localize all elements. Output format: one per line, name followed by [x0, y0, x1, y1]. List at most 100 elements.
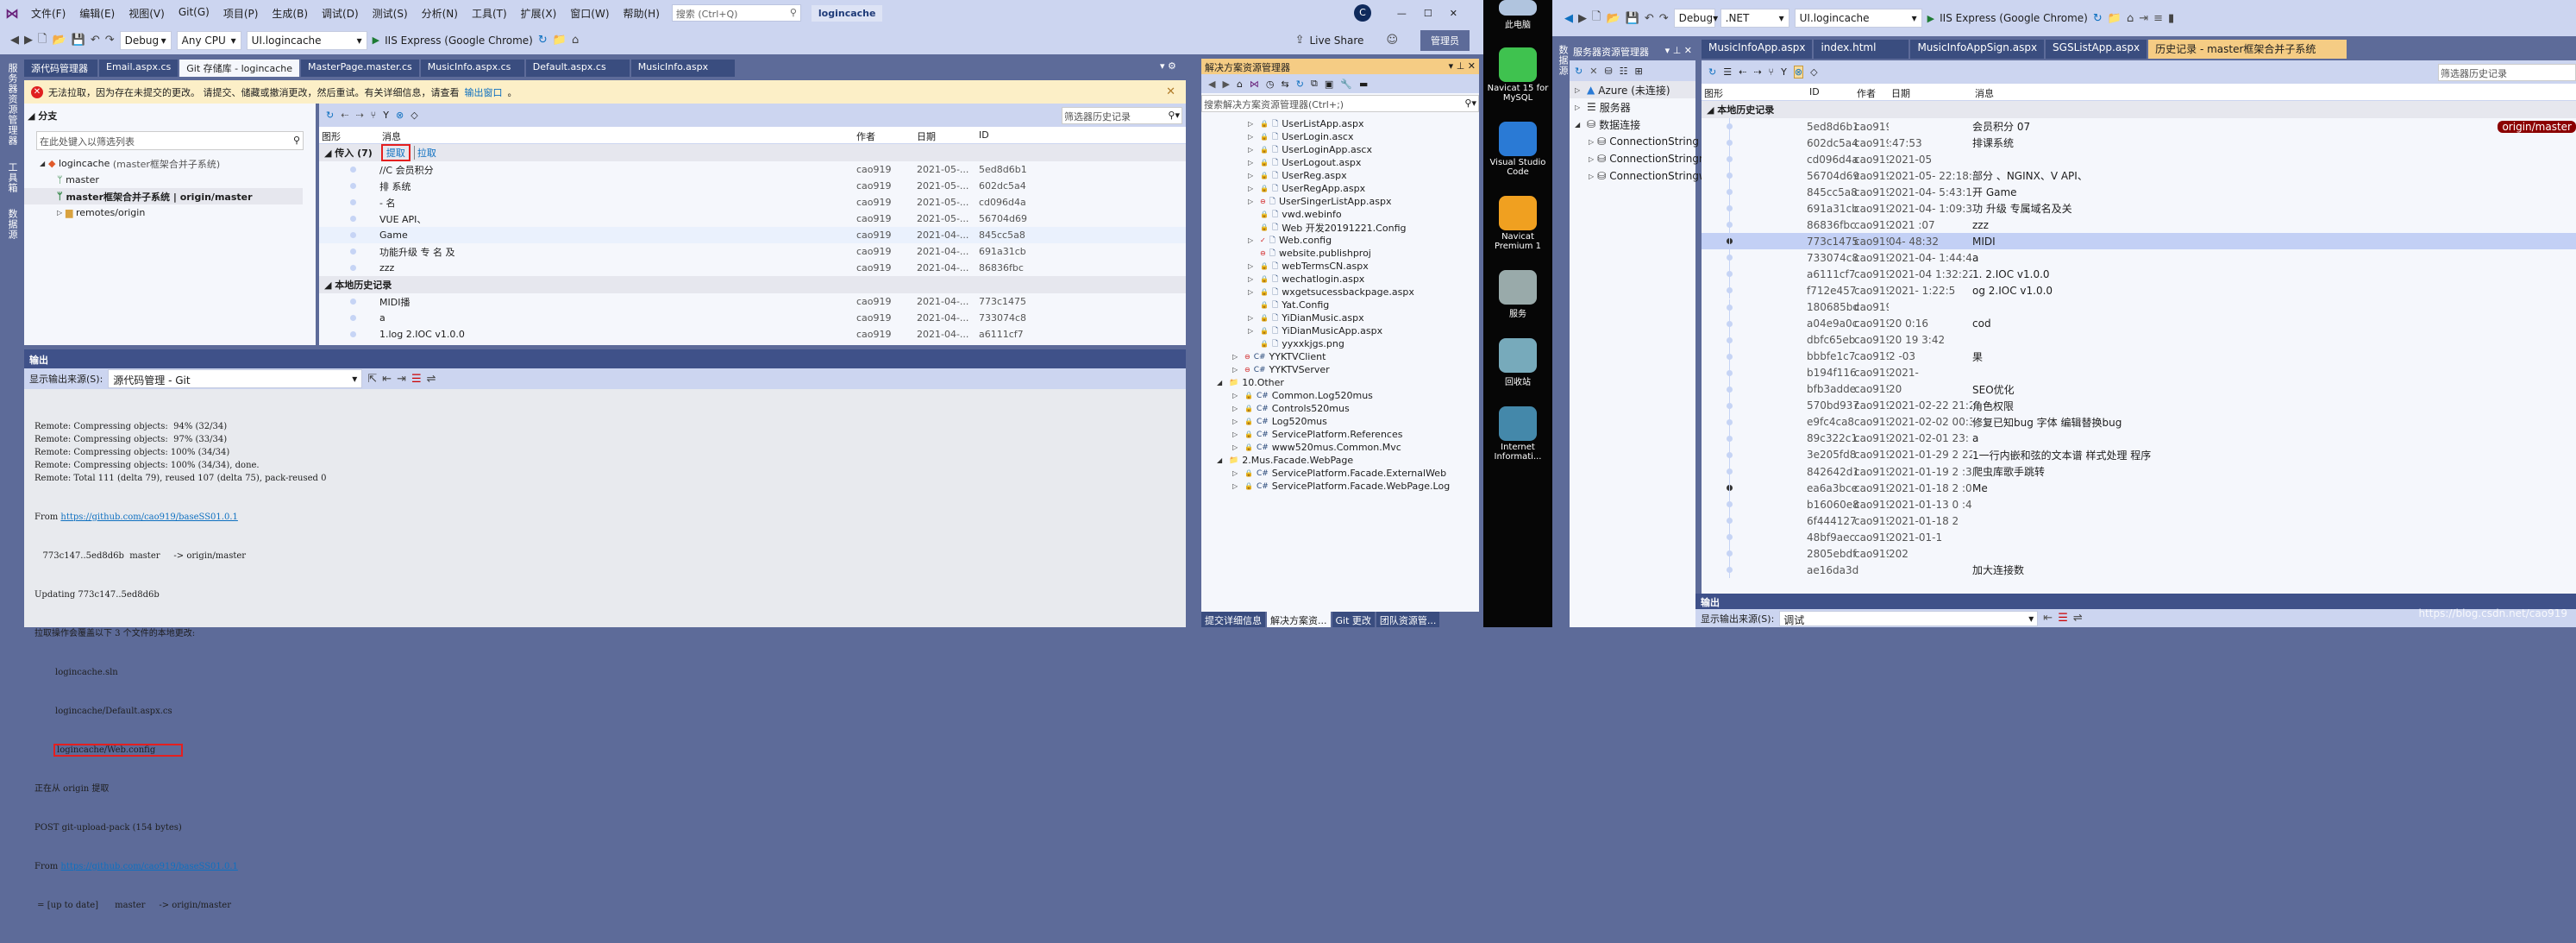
- solution-item[interactable]: ▷ ⊖ 🗋 UserSingerListApp.aspx: [1201, 195, 1479, 208]
- run-button[interactable]: IIS Express (Google Chrome): [1940, 12, 2088, 24]
- expand-icon[interactable]: ▷: [1232, 482, 1241, 490]
- history-filter-input[interactable]: 筛选器历史记录 ⚲▾: [1062, 106, 1182, 124]
- server-item[interactable]: ▷ ⛁ ConnectionStringread: [1570, 150, 1722, 167]
- sharepoint-icon[interactable]: ⊞: [1635, 66, 1643, 77]
- sync-icon[interactable]: ⇆: [1282, 79, 1289, 90]
- expand-icon[interactable]: ◢: [1575, 121, 1583, 129]
- config-select[interactable]: Debug ▾: [1673, 9, 1718, 28]
- expand-icon[interactable]: ▷: [1248, 172, 1257, 179]
- startup-project-select[interactable]: UI.logincache ▾: [246, 30, 367, 50]
- open-icon[interactable]: 📂: [52, 34, 66, 47]
- solution-item[interactable]: ▷ 🔒 🗋 UserLogout.aspx: [1201, 156, 1479, 169]
- list-icon[interactable]: ☰: [1723, 66, 1732, 78]
- desktop-icon[interactable]: Visual Studio Code: [1483, 122, 1552, 177]
- expand-icon[interactable]: ◢: [1217, 456, 1225, 464]
- tab[interactable]: Default.aspx.cs: [525, 60, 630, 77]
- server-item[interactable]: ▷ ⛁ ConnectionStringworl: [1570, 167, 1720, 185]
- menu-item[interactable]: 分析(N): [415, 6, 465, 21]
- commit-row[interactable]: 845cc5a8 cao919 2021-04- 5:43:12 开 Game: [1702, 184, 2576, 201]
- side-tab-data-sources[interactable]: 数据源: [7, 209, 18, 240]
- col-author[interactable]: 作者: [854, 127, 914, 143]
- bookmark-icon[interactable]: ▮: [2168, 12, 2174, 25]
- solution-item[interactable]: ▷ 🔒 🗋 UserListApp.aspx: [1201, 117, 1479, 130]
- commit-row[interactable]: ea6a3bce cao919 2021-01-18 2 :09 Me: [1702, 480, 2576, 497]
- user-avatar[interactable]: C: [1353, 4, 1371, 22]
- home-icon[interactable]: ⌂: [1237, 79, 1243, 90]
- col-graph[interactable]: 图形: [319, 127, 379, 143]
- bottom-tab[interactable]: 团队资源管...: [1376, 612, 1440, 627]
- tab[interactable]: SGSListApp.aspx: [2046, 40, 2147, 59]
- expand-icon[interactable]: ▷: [1248, 198, 1257, 205]
- refresh-icon[interactable]: ↻: [1708, 66, 1716, 78]
- solution-item[interactable]: ▷ 🔒 🗋 YiDianMusicApp.aspx: [1201, 324, 1479, 337]
- menu-item[interactable]: 文件(F): [24, 6, 72, 21]
- tag-icon[interactable]: ◇: [1810, 66, 1817, 78]
- redo-icon[interactable]: ↷: [1659, 12, 1669, 25]
- commit-row[interactable]: 6f444127 cao919 2021-01-18 2: [1702, 512, 2576, 530]
- panel-controls[interactable]: ▾ ⊥ ✕: [1665, 45, 1692, 57]
- branch-master[interactable]: ᛘ master: [24, 172, 316, 188]
- commit-row[interactable]: ae16da3d 加大连接数: [1702, 562, 2576, 579]
- expand-icon[interactable]: ▷: [1232, 366, 1241, 374]
- col-graph[interactable]: 图形: [1702, 84, 1807, 100]
- commit-row[interactable]: 842642d1 cao919 2021-01-19 2 :36 爬虫库歌手跳转: [1702, 463, 2576, 480]
- solution-item[interactable]: ▷ ✓ 🗋 Web.config: [1201, 234, 1479, 247]
- menu-item[interactable]: 扩展(X): [514, 6, 564, 21]
- refresh-icon[interactable]: ↻: [1575, 66, 1583, 77]
- solution-item[interactable]: ▷ 🔒 C# www520mus.Common.Mvc: [1201, 441, 1479, 454]
- tab[interactable]: MusicInfo.aspx.cs: [420, 60, 524, 77]
- save-icon[interactable]: 💾: [1626, 12, 1639, 25]
- solution-item[interactable]: ◢ 📁 10.Other: [1201, 376, 1479, 389]
- expand-icon[interactable]: ▷: [1589, 173, 1594, 180]
- next-icon[interactable]: ⇥: [397, 373, 406, 386]
- commit-row[interactable]: a04e9a0c cao919 20 0:16 cod: [1702, 315, 2576, 332]
- server-item[interactable]: ▷ ⛁ ConnectionString (UI.l: [1570, 133, 1723, 150]
- menu-item[interactable]: 工具(T): [465, 6, 514, 21]
- comment-icon[interactable]: ≡: [2153, 12, 2163, 25]
- commit-row[interactable]: bbbfe1c7 cao919 2 -03 果: [1702, 348, 2576, 365]
- menu-item[interactable]: 窗口(W): [563, 6, 616, 21]
- desktop-icon[interactable]: Internet Informati...: [1483, 406, 1552, 462]
- settings-icon[interactable]: ▾ ⚙: [1160, 60, 1176, 72]
- prev-icon[interactable]: ⇤: [2043, 612, 2053, 625]
- commit-row[interactable]: 56704d69cao9192021-05- 22:18:20部分 、NGINX…: [1702, 167, 2576, 185]
- solution-item[interactable]: ▷ ⊖ C# YYKTVClient: [1201, 350, 1479, 363]
- commit-row[interactable]: 3e205fd8 cao919 2021-01-29 2 22 1一行内嵌和弦的文本谱…: [1702, 446, 2576, 463]
- repo-node[interactable]: ◢ ◆ logincache (master框架合并子系统): [24, 155, 316, 172]
- commit-row[interactable]: cd096d4a cao919 2021-05: [1702, 151, 2576, 168]
- platform-select[interactable]: Any CPU ▾: [176, 30, 241, 50]
- desktop-icon[interactable]: 回收站: [1483, 338, 1552, 387]
- refresh-icon[interactable]: ↻: [326, 110, 334, 121]
- expand-icon[interactable]: ▷: [1232, 469, 1241, 477]
- tab[interactable]: 历史记录 - master框架合并子系统: [2148, 40, 2347, 59]
- solution-item[interactable]: ▷ 🔒 C# ServicePlatform.Facade.WebPage.Log: [1201, 480, 1479, 493]
- menu-item[interactable]: 编辑(E): [72, 6, 122, 21]
- col-author[interactable]: 作者: [1854, 84, 1889, 100]
- desktop-icon[interactable]: 此电脑: [1483, 0, 1552, 30]
- new-file-icon[interactable]: 🗋: [1592, 9, 1601, 28]
- repo-url-link[interactable]: https://github.com/cao919/baseSS01.0.1: [60, 862, 237, 871]
- minimize-button[interactable]: —: [1397, 8, 1407, 19]
- solution-item[interactable]: 🔒 🗋 yyxxkjgs.png: [1201, 337, 1479, 350]
- redo-icon[interactable]: ↷: [105, 34, 115, 47]
- forward-icon[interactable]: ▶: [1222, 79, 1229, 90]
- expand-icon[interactable]: ▷: [1232, 353, 1241, 361]
- config-select[interactable]: Debug ▾: [119, 30, 172, 50]
- fetch-link[interactable]: 提取: [380, 144, 411, 161]
- collapse-icon[interactable]: ⧉: [1311, 78, 1318, 90]
- menu-item[interactable]: 生成(B): [265, 6, 315, 21]
- history-icon[interactable]: ◷: [1266, 79, 1275, 90]
- local-history-group[interactable]: ◢ 本地历史记录: [1702, 101, 2576, 118]
- preview-icon[interactable]: ▬: [1359, 79, 1368, 90]
- solution-item[interactable]: ▷ ⊖ C# YYKTVServer: [1201, 363, 1479, 376]
- outgoing-icon[interactable]: ⇢: [355, 110, 363, 121]
- tab[interactable]: MusicInfoAppSign.aspx: [1910, 40, 2045, 59]
- commit-row[interactable]: VUE API、 cao919 2021-05-... 56704d69: [319, 211, 1186, 227]
- col-message[interactable]: 消息: [379, 127, 854, 143]
- menu-item[interactable]: 视图(V): [122, 6, 172, 21]
- tag-icon[interactable]: ◇: [411, 110, 417, 121]
- commit-row[interactable]: 773c1475 cao919 04- 48:32 MIDI: [1702, 233, 2576, 250]
- expand-icon[interactable]: ▷: [1248, 288, 1257, 296]
- remote-icon[interactable]: ⊗: [396, 110, 404, 121]
- platform-select[interactable]: .NET ▾: [1720, 9, 1789, 28]
